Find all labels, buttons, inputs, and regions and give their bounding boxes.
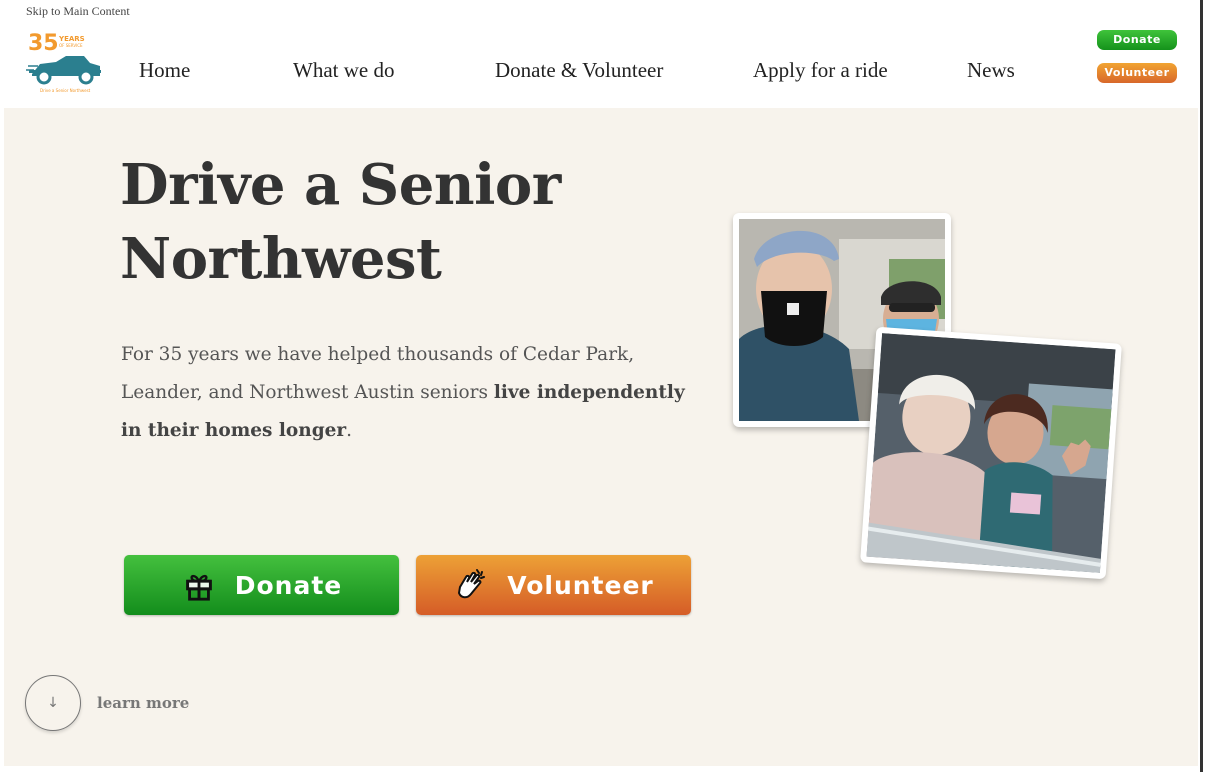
gift-icon: [181, 567, 217, 603]
hero-volunteer-button[interactable]: Volunteer: [416, 555, 691, 615]
hero-donate-label: Donate: [234, 570, 343, 600]
header-volunteer-button[interactable]: Volunteer: [1097, 63, 1177, 83]
learn-more-button[interactable]: ↓: [25, 675, 81, 731]
hero-description: For 35 years we have helped thousands of…: [121, 336, 691, 450]
nav-donate-volunteer[interactable]: Donate & Volunteer: [495, 58, 663, 83]
page-edge-divider: [1200, 0, 1203, 772]
hero-title-line-2: Northwest: [120, 226, 442, 292]
hero-title: Drive a Senior Northwest: [120, 148, 680, 296]
hero-donate-button[interactable]: Donate: [124, 555, 399, 615]
logo-org-name: Drive a Senior Northwest: [40, 88, 91, 93]
clapping-hands-icon: [453, 567, 489, 603]
hero-description-end: .: [346, 420, 353, 441]
nav-what-we-do[interactable]: What we do: [293, 58, 394, 83]
learn-more-link[interactable]: learn more: [97, 694, 189, 712]
nav-news[interactable]: News: [967, 58, 1015, 83]
hero-volunteer-label: Volunteer: [507, 570, 654, 600]
hero-title-line-1: Drive a Senior: [120, 152, 561, 218]
logo-service: OF SERVICE: [59, 43, 83, 48]
arrow-down-icon: ↓: [47, 695, 59, 711]
logo-number: 35: [28, 31, 59, 56]
logo-years: YEARS: [58, 35, 85, 43]
skip-to-content-link[interactable]: Skip to Main Content: [26, 4, 130, 19]
nav-home[interactable]: Home: [139, 58, 190, 83]
site-header: Skip to Main Content 35 YEARS OF SERVICE…: [0, 0, 1200, 108]
site-logo[interactable]: 35 YEARS OF SERVICE Drive a Senior North…: [26, 30, 104, 96]
nav-apply-for-ride[interactable]: Apply for a ride: [753, 58, 888, 83]
header-donate-button[interactable]: Donate: [1097, 30, 1177, 50]
seniors-in-car-photo: [860, 326, 1122, 580]
